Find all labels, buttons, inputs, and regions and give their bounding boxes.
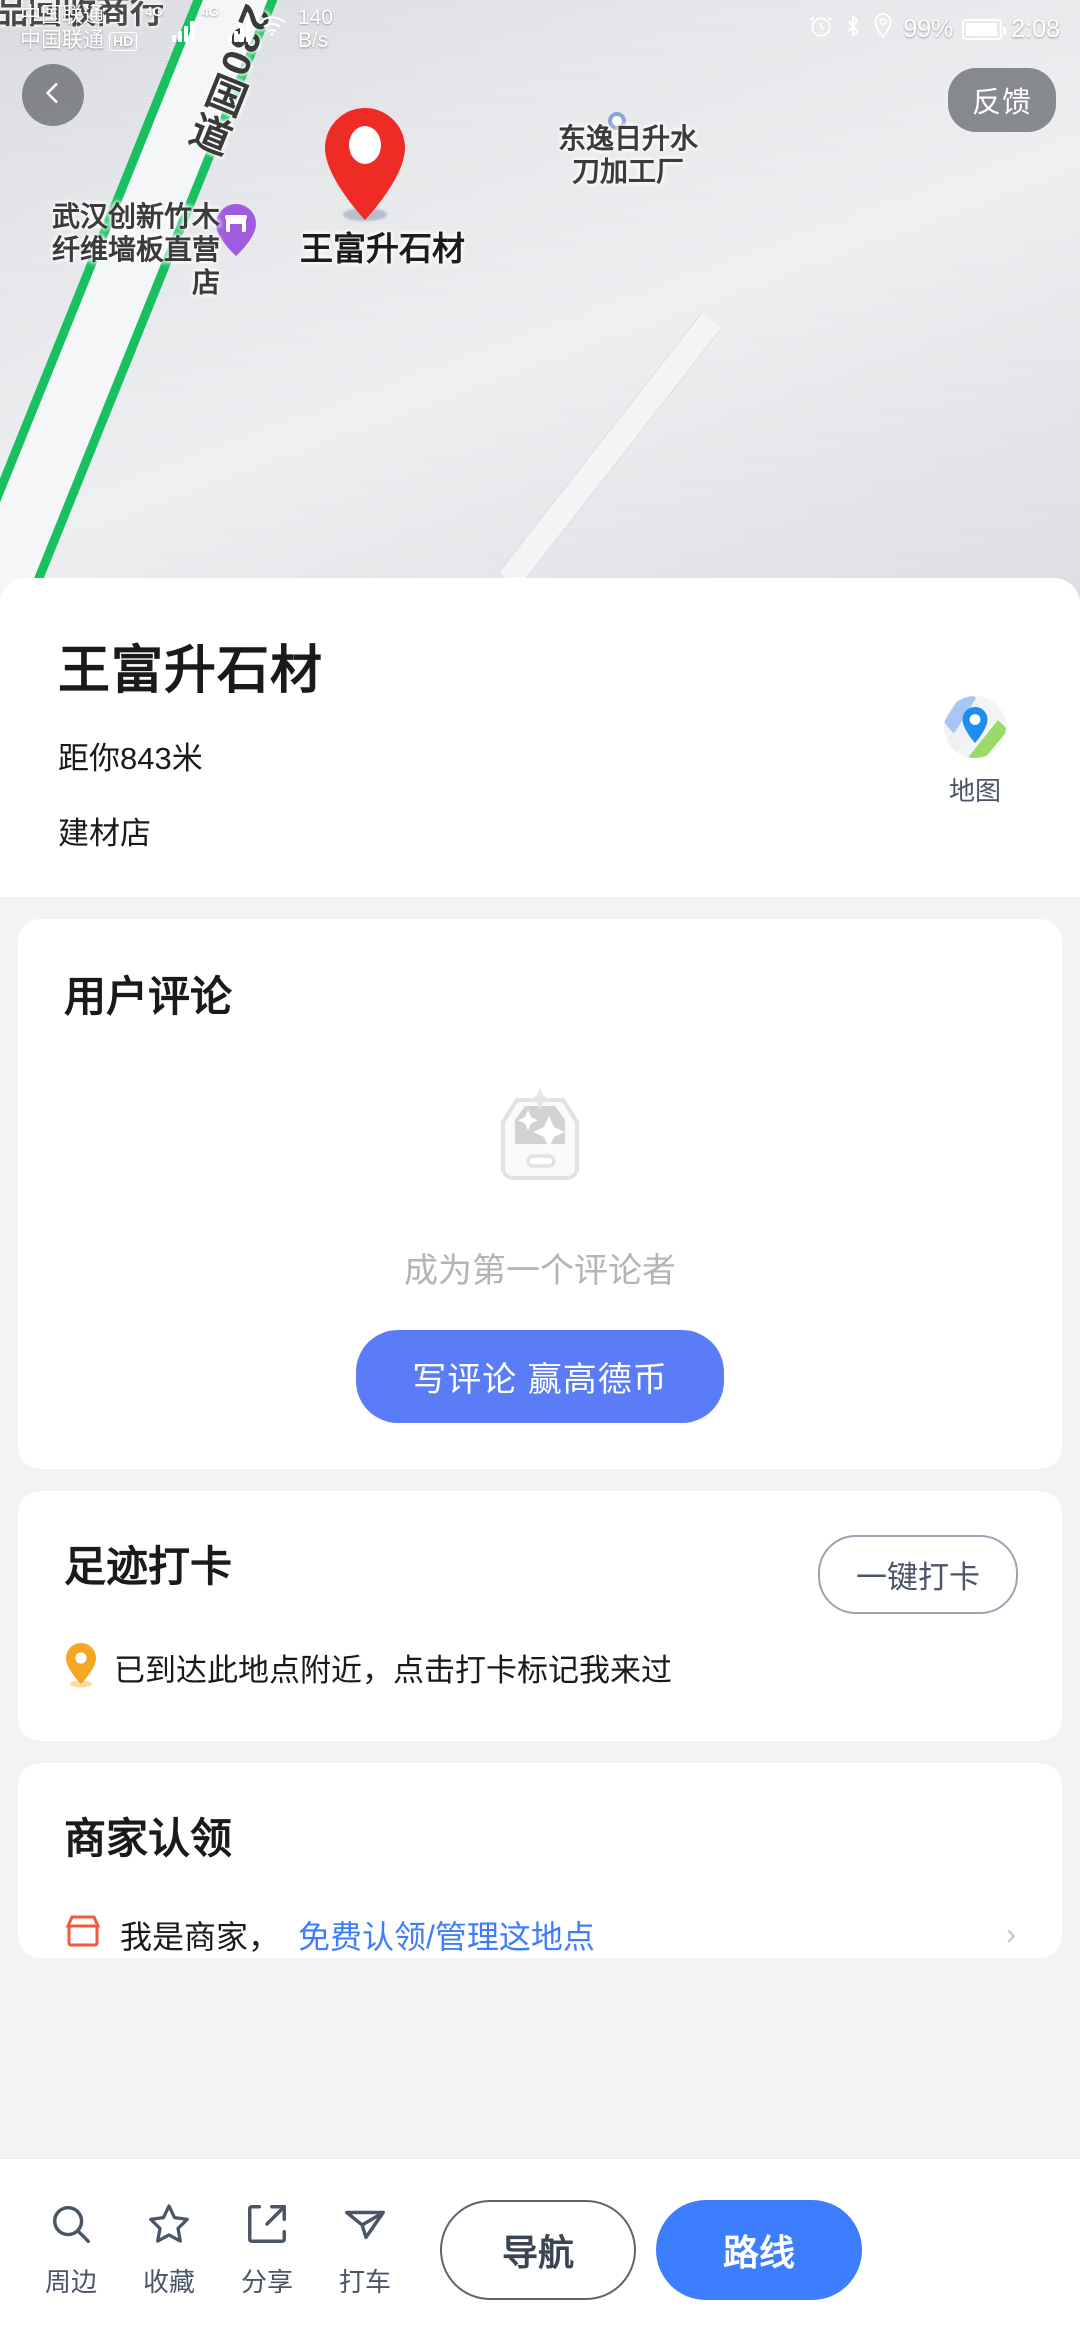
carrier-row-1: 中国联通 [20, 4, 137, 29]
merchant-claim-link[interactable]: 免费认领/管理这地点 [298, 1912, 595, 1958]
distance-text: 距你843米 [58, 733, 1022, 778]
merchant-store-icon [64, 1914, 102, 1956]
search-icon [48, 2201, 94, 2252]
footprint-hint-text: 已到达此地点附近，点击打卡标记我来过 [114, 1645, 672, 1690]
battery-percent-label: 99% [903, 15, 953, 44]
reviews-empty-text: 成为第一个评论者 [404, 1243, 676, 1292]
one-key-checkin-button[interactable]: 一键打卡 [818, 1535, 1018, 1614]
network-type-label-1: 4G [145, 4, 162, 19]
orange-pin-icon [64, 1642, 98, 1693]
footprint-card: 足迹打卡 一键打卡 已到达此地点附近，点击打卡标记我来过 [18, 1491, 1062, 1741]
reviews-empty-state: 成为第一个评论者 写评论 赢高德币 [64, 1060, 1016, 1423]
navigate-button[interactable]: 导航 [440, 2200, 636, 2300]
place-header-card: 王富升石材 距你843米 建材店 地图 [0, 578, 1080, 897]
carrier-names: 中国联通 中国联通 HD [20, 4, 137, 54]
category-text: 建材店 [58, 808, 1022, 853]
share-icon [244, 2201, 290, 2252]
tool-share-label: 分享 [241, 2262, 293, 2299]
map-canvas[interactable]: 230国道 品回收商行 武汉创新竹木纤维墙板直营店 东逸日升水刀加工厂 王富升石… [0, 0, 1080, 600]
feedback-button[interactable]: 反馈 [948, 68, 1056, 132]
wifi-icon [258, 15, 286, 43]
bottom-action-bar: 周边 收藏 分享 打车 导航 路线 [0, 2158, 1080, 2340]
tool-share[interactable]: 分享 [218, 2201, 316, 2299]
reviews-section-title: 用户评论 [64, 963, 1016, 1024]
tool-nearby-label: 周边 [45, 2262, 97, 2299]
tool-taxi[interactable]: 打车 [316, 2201, 414, 2299]
bluetooth-icon [843, 13, 863, 46]
carrier-2-label: 中国联通 [20, 29, 104, 54]
carrier-row-2: 中国联通 HD [20, 29, 137, 54]
map-entry-label: 地图 [949, 771, 1001, 808]
tool-favorite-label: 收藏 [143, 2262, 195, 2299]
hd-badge: HD [109, 32, 137, 52]
clock-label: 2:08 [1011, 15, 1060, 44]
network-speed-value: 140 [298, 6, 333, 29]
shop-marker-icon[interactable] [216, 204, 256, 256]
footprint-hint-row: 已到达此地点附近，点击打卡标记我来过 [64, 1642, 1016, 1693]
reviews-card: 用户评论 成为第一个评论者 写评论 赢高德币 [18, 919, 1062, 1469]
merchant-row-prefix: 我是商家， [120, 1912, 280, 1958]
network-speed: 140 B/s [298, 6, 333, 52]
map-entry-button[interactable]: 地图 [922, 694, 1028, 808]
back-chevron-icon [40, 80, 66, 111]
merchant-section-title: 商家认领 [64, 1805, 1016, 1866]
network-speed-unit: B/s [298, 29, 333, 52]
write-review-button[interactable]: 写评论 赢高德币 [356, 1330, 723, 1423]
selected-place-pin[interactable] [325, 108, 405, 220]
place-detail-sheet[interactable]: 王富升石材 距你843米 建材店 地图 用户 [0, 578, 1080, 2340]
status-bar: 中国联通 中国联通 HD 4G 4G 140 B/s [0, 0, 1080, 58]
network-type-label-2: 4G [202, 4, 219, 19]
map-poi-label-right: 东逸日升水刀加工厂 [548, 122, 708, 188]
signal-bars-icon-2 [228, 16, 250, 42]
tool-nearby[interactable]: 周边 [22, 2201, 120, 2299]
map-poi-label-left: 武汉创新竹木纤维墙板直营店 [40, 200, 220, 299]
battery-icon [962, 19, 1002, 40]
status-bar-right: 99% 2:08 [808, 13, 1060, 46]
merchant-claim-card: 商家认领 我是商家， 免费认领/管理这地点 › [18, 1763, 1062, 1958]
back-button[interactable] [22, 64, 84, 126]
carrier-1-label: 中国联通 [20, 4, 104, 29]
page-title: 王富升石材 [58, 628, 1022, 703]
tool-taxi-label: 打车 [339, 2262, 391, 2299]
location-icon [872, 13, 894, 46]
status-bar-left: 中国联通 中国联通 HD 4G 4G 140 B/s [20, 4, 333, 54]
alarm-icon [808, 13, 834, 46]
map-selected-place-label: 王富升石材 [300, 222, 465, 270]
chevron-right-icon: › [1006, 1918, 1016, 1952]
route-button[interactable]: 路线 [656, 2200, 862, 2300]
taxi-paper-plane-icon [342, 2201, 388, 2252]
merchant-claim-row[interactable]: 我是商家， 免费认领/管理这地点 › [64, 1912, 1016, 1958]
star-icon [146, 2201, 192, 2252]
signal-bars-icon-1 [172, 16, 194, 42]
tool-favorite[interactable]: 收藏 [120, 2201, 218, 2299]
map-thumbnail-icon [942, 694, 1008, 765]
empty-box-illustration-icon [465, 1060, 615, 1215]
